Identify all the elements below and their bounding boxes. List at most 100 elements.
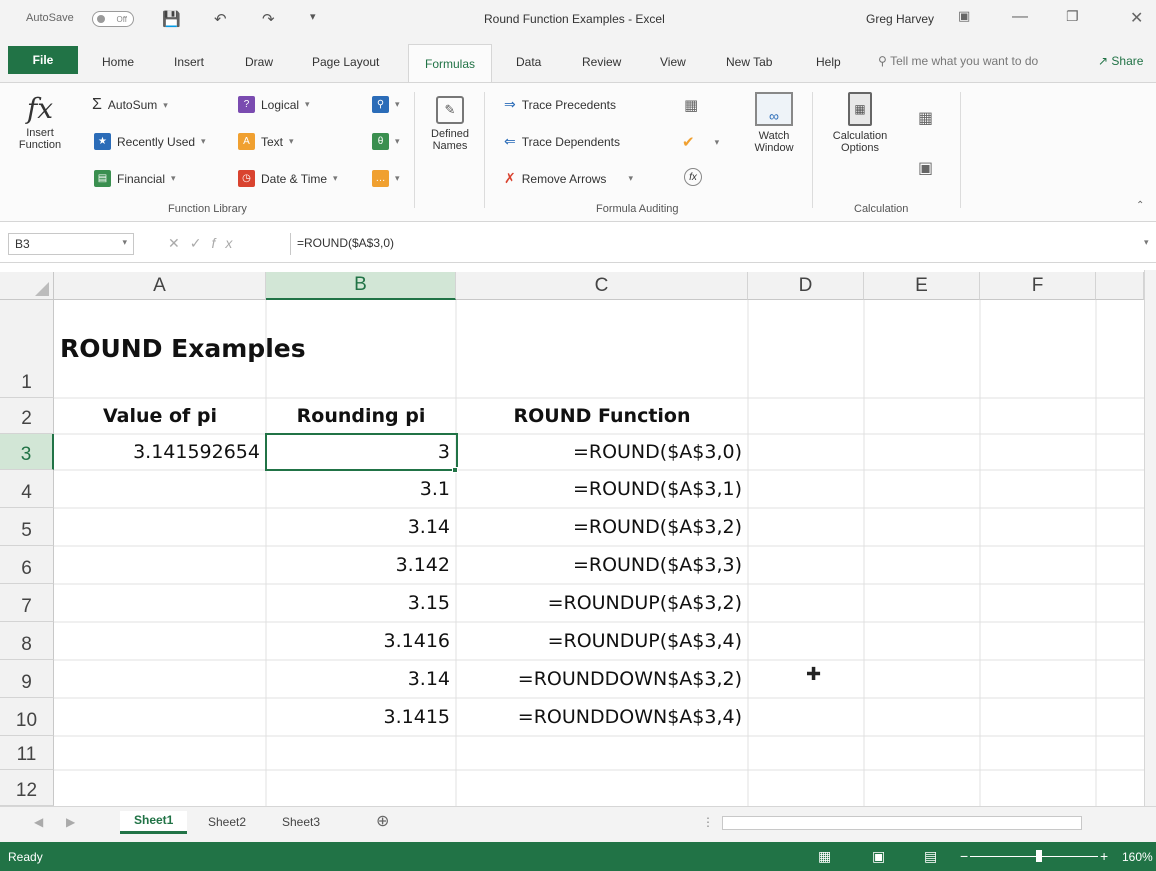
error-checking-icon[interactable]: ✔ ▾ <box>682 133 719 151</box>
calculate-now-icon[interactable]: ▦ <box>918 108 933 128</box>
row-header-7[interactable]: 7 <box>0 584 54 622</box>
cell-c2-header[interactable]: ROUND Function <box>456 398 748 434</box>
zoom-slider-knob[interactable] <box>1036 850 1042 862</box>
row-header-1[interactable]: 1 <box>0 300 54 398</box>
tab-file[interactable]: File <box>8 46 78 74</box>
autosum-button[interactable]: Σ AutoSum ▾ <box>92 96 168 114</box>
zoom-in-icon[interactable]: + <box>1100 848 1108 864</box>
tab-split-handle-icon[interactable]: ⋮ <box>702 815 714 829</box>
cell-b8[interactable]: 3.1416 <box>266 622 456 660</box>
calculate-sheet-icon[interactable]: ▣ <box>918 158 933 178</box>
watch-window-button[interactable]: ∞ Watch Window <box>748 92 800 154</box>
trace-precedents-button[interactable]: ⇒ Trace Precedents <box>504 96 616 113</box>
row-header-12[interactable]: 12 <box>0 770 54 806</box>
ribbon-display-icon[interactable]: ▣ <box>958 8 970 24</box>
cell-c3[interactable]: =ROUND($A$3,0) <box>456 434 748 470</box>
autosave-toggle[interactable]: Off <box>92 11 134 27</box>
zoom-slider[interactable] <box>970 856 1098 857</box>
tab-review[interactable]: Review <box>582 55 621 69</box>
calculation-options-button[interactable]: ▦ Calculation Options <box>824 92 896 154</box>
trace-dependents-button[interactable]: ⇐ Trace Dependents <box>504 133 620 150</box>
row-header-11[interactable]: 11 <box>0 736 54 770</box>
formula-input[interactable]: =ROUND($A$3,0) <box>290 233 1142 255</box>
row-header-3[interactable]: 3 <box>0 434 54 470</box>
cell-c8[interactable]: =ROUNDUP($A$3,4) <box>456 622 748 660</box>
vertical-scrollbar[interactable] <box>1144 270 1156 806</box>
row-header-5[interactable]: 5 <box>0 508 54 546</box>
cell-b5[interactable]: 3.14 <box>266 508 456 546</box>
cell-c6[interactable]: =ROUND($A$3,3) <box>456 546 748 584</box>
zoom-out-icon[interactable]: − <box>960 848 968 864</box>
undo-icon[interactable]: ↶ <box>214 10 227 28</box>
tab-new-tab[interactable]: New Tab <box>726 55 772 69</box>
zoom-level[interactable]: 160% <box>1122 850 1153 864</box>
page-layout-view-icon[interactable]: ▣ <box>872 848 885 865</box>
insert-function-button[interactable]: fx Insert Function <box>18 92 62 151</box>
sheet-tab-sheet3[interactable]: Sheet3 <box>282 815 320 829</box>
row-header-6[interactable]: 6 <box>0 546 54 584</box>
minimize-icon[interactable]: — <box>1012 8 1028 26</box>
cell-b4[interactable]: 3.1 <box>266 470 456 508</box>
column-header-g[interactable] <box>1096 272 1144 300</box>
tab-view[interactable]: View <box>660 55 686 69</box>
row-header-8[interactable]: 8 <box>0 622 54 660</box>
column-header-a[interactable]: A <box>54 272 266 300</box>
customize-qat-icon[interactable]: ▾ <box>310 10 316 23</box>
cancel-icon[interactable]: ✕ <box>168 235 190 251</box>
select-all-corner[interactable] <box>0 272 54 300</box>
cell-c4[interactable]: =ROUND($A$3,1) <box>456 470 748 508</box>
column-header-e[interactable]: E <box>864 272 980 300</box>
sheet-tab-sheet1[interactable]: Sheet1 <box>120 811 188 834</box>
sheet-tab-sheet2[interactable]: Sheet2 <box>208 815 246 829</box>
cell-b3[interactable]: 3 <box>266 434 456 470</box>
cell-b6[interactable]: 3.142 <box>266 546 456 584</box>
sheet-prev-icon[interactable]: ◀ <box>34 815 43 829</box>
evaluate-formula-icon[interactable]: fx <box>684 168 702 186</box>
cell-b9[interactable]: 3.14 <box>266 660 456 698</box>
column-header-d[interactable]: D <box>748 272 864 300</box>
enter-icon[interactable]: ✓ <box>190 235 212 251</box>
text-button[interactable]: A Text ▾ <box>238 133 294 150</box>
expand-formula-bar-icon[interactable]: ▾ <box>1144 237 1149 248</box>
tab-home[interactable]: Home <box>102 55 134 69</box>
fill-handle[interactable] <box>452 467 458 473</box>
row-header-2[interactable]: 2 <box>0 398 54 434</box>
normal-view-icon[interactable]: ▦ <box>818 848 831 865</box>
tell-me-search[interactable]: ⚲ Tell me what you want to do <box>878 54 1038 68</box>
page-break-view-icon[interactable]: ▤ <box>924 848 937 865</box>
financial-button[interactable]: ▤ Financial ▾ <box>94 170 176 187</box>
tab-page-layout[interactable]: Page Layout <box>312 55 379 69</box>
share-button[interactable]: ↗ Share <box>1098 54 1143 68</box>
redo-icon[interactable]: ↷ <box>262 10 275 28</box>
cell-b10[interactable]: 3.1415 <box>266 698 456 736</box>
cell-c10[interactable]: =ROUNDDOWN$A$3,4) <box>456 698 748 736</box>
lookup-reference-button[interactable]: ⚲ ▾ <box>372 96 400 113</box>
user-name[interactable]: Greg Harvey <box>866 12 934 26</box>
date-time-button[interactable]: ◷ Date & Time ▾ <box>238 170 338 187</box>
math-trig-button[interactable]: θ ▾ <box>372 133 400 150</box>
collapse-ribbon-icon[interactable]: ⌃ <box>1136 200 1144 211</box>
cell-c9[interactable]: =ROUNDDOWN$A$3,2) <box>456 660 748 698</box>
tab-insert[interactable]: Insert <box>174 55 204 69</box>
remove-arrows-button[interactable]: ✗ Remove Arrows ▾ <box>504 170 633 187</box>
horizontal-scrollbar[interactable] <box>722 816 1082 830</box>
tab-help[interactable]: Help <box>816 55 841 69</box>
column-header-c[interactable]: C <box>456 272 748 300</box>
tab-formulas[interactable]: Formulas <box>408 44 492 82</box>
cell-a1-title[interactable]: ROUND Examples <box>60 334 306 363</box>
cell-c7[interactable]: =ROUNDUP($A$3,2) <box>456 584 748 622</box>
add-sheet-icon[interactable]: ⊕ <box>376 811 389 831</box>
show-formulas-icon[interactable]: ▦ <box>684 96 698 114</box>
save-icon[interactable]: 💾 <box>162 10 181 28</box>
cell-c5[interactable]: =ROUND($A$3,2) <box>456 508 748 546</box>
row-header-9[interactable]: 9 <box>0 660 54 698</box>
more-functions-button[interactable]: … ▾ <box>372 170 400 187</box>
cell-b7[interactable]: 3.15 <box>266 584 456 622</box>
tab-draw[interactable]: Draw <box>245 55 273 69</box>
close-icon[interactable]: ✕ <box>1130 8 1143 28</box>
cell-b2-header[interactable]: Rounding pi <box>266 398 456 434</box>
name-box[interactable]: B3 ▾ <box>8 233 134 255</box>
column-header-f[interactable]: F <box>980 272 1096 300</box>
restore-icon[interactable]: ❐ <box>1066 8 1079 25</box>
row-header-4[interactable]: 4 <box>0 470 54 508</box>
